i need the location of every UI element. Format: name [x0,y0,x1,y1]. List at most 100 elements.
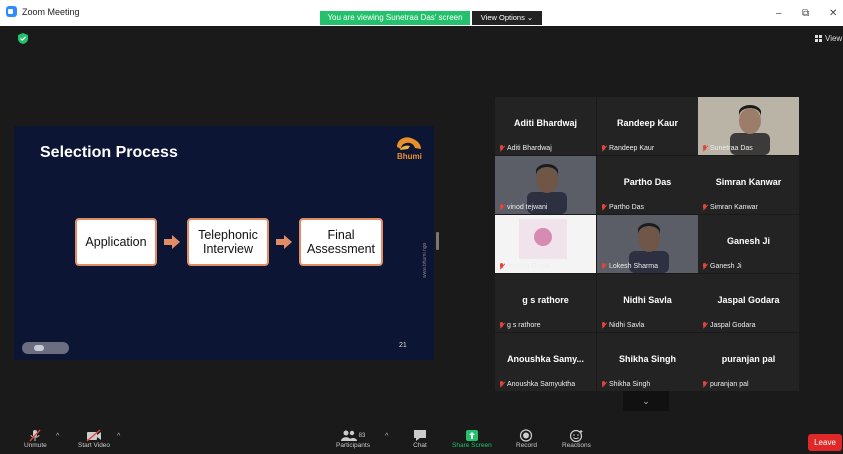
bhumi-logo: Bhumi [397,137,422,161]
logo-text: Bhumi [397,152,422,161]
muted-mic-icon [702,322,707,329]
muted-mic-icon [601,145,606,152]
security-shield-icon[interactable] [18,33,28,44]
arrow-right-icon [276,235,292,249]
zoom-window: Zoom Meeting You are viewing Sunetraa Da… [0,0,843,454]
slide-title: Selection Process [40,144,178,161]
slide-control-pill[interactable] [22,342,69,354]
participants-label: Participants [336,442,370,449]
participant-name-label: monika Gupta [499,263,551,270]
arrow-right-icon [164,235,180,249]
participant-name-label: Jaspal Godara [702,322,756,329]
view-label: View [825,34,843,43]
reactions-label: Reactions [562,442,591,449]
participants-icon [340,430,357,441]
participant-tile[interactable]: Lokesh Sharma [597,215,698,273]
participant-display-name: g s rathore [522,295,569,305]
participant-name: Jaspal Godara [710,322,756,329]
participant-display-name: Shikha Singh [618,354,676,364]
muted-mic-icon [702,145,707,152]
participant-name: Lokesh Sharma [609,263,659,270]
participants-icon-row: 83 [340,429,366,442]
participant-name: vinod tejwani [507,204,548,211]
participant-name: Randeep Kaur [609,145,655,152]
participant-display-name: Randeep Kaur [616,118,678,128]
leave-button[interactable]: Leave [808,434,842,451]
participant-name: Nidhi Savla [609,322,645,329]
participant-display-name: Aditi Bhardwaj [513,118,577,128]
muted-mic-icon [499,204,504,211]
meeting-toolbar: Unmute ^ Start Video ^ 83 Participants ^ [0,424,843,454]
participant-tile[interactable]: Aditi Bhardwaj Aditi Bhardwaj [495,97,596,155]
participant-tile[interactable]: Jaspal Godara Jaspal Godara [698,274,799,332]
share-screen-button[interactable]: Share Screen [452,429,492,449]
participant-name-label: vinod tejwani [499,204,547,211]
view-options-button[interactable]: View Options ⌄ [472,11,542,25]
participants-button[interactable]: 83 Participants [336,429,370,449]
muted-mic-icon [702,204,707,211]
participant-tile[interactable]: Simran Kanwar Simran Kanwar [698,156,799,214]
muted-mic-icon [29,429,41,442]
share-banner: You are viewing Sunetraa Das' screen [320,11,470,25]
grid-view-icon [815,35,822,42]
muted-mic-icon [499,263,504,270]
muted-mic-icon [702,263,707,270]
participant-name-label: Sunetraa Das [702,145,753,152]
participant-name-label: Partho Das [601,204,644,211]
participant-name: Sunetraa Das [710,145,753,152]
unmute-button[interactable]: Unmute [24,429,47,449]
participants-options-caret[interactable]: ^ [385,433,388,440]
chat-icon [414,430,426,441]
reactions-smiley-icon [570,429,583,442]
participant-name-label: g s rathore [499,322,540,329]
participant-name: Shikha Singh [609,381,651,388]
record-button[interactable]: Record [516,429,537,449]
muted-mic-icon [702,381,707,388]
participant-tile[interactable]: Randeep Kaur Randeep Kaur [597,97,698,155]
gallery-scroll-down-button[interactable]: ⌄ [623,391,669,411]
chat-button[interactable]: Chat [412,429,428,449]
audio-options-caret[interactable]: ^ [56,433,59,440]
participant-tile[interactable]: Partho Das Partho Das [597,156,698,214]
step-application: Application [75,218,157,266]
participant-name: puranjan pal [710,381,749,388]
participant-name-label: Simran Kanwar [702,204,758,211]
participant-tile[interactable]: Ganesh Ji Ganesh Ji [698,215,799,273]
participant-tile[interactable]: puranjan pal puranjan pal [698,333,799,391]
participant-name: g s rathore [507,322,541,329]
participant-name: Anoushka Samyuktha [507,381,576,388]
slide-url: www.bhumi.ngo [422,242,428,278]
close-button[interactable]: ✕ [829,8,837,19]
participant-tile[interactable]: monika Gupta [495,215,596,273]
participant-display-name: puranjan pal [721,354,776,364]
participant-name-label: Nidhi Savla [601,322,644,329]
participants-count: 83 [358,432,366,439]
participant-tile[interactable]: Sunetraa Das [698,97,799,155]
muted-mic-icon [601,322,606,329]
participant-tile[interactable]: g s rathore g s rathore [495,274,596,332]
participant-name-label: Aditi Bhardwaj [499,145,552,152]
minimize-button[interactable]: – [776,8,782,19]
participant-tile[interactable]: vinod tejwani [495,156,596,214]
muted-mic-icon [601,381,606,388]
participant-tile[interactable]: Shikha Singh Shikha Singh [597,333,698,391]
muted-mic-icon [601,204,606,211]
participant-tile[interactable]: Anoushka Samy... Anoushka Samyuktha [495,333,596,391]
shared-screen: Selection Process Bhumi Application Tele… [14,126,434,360]
start-video-label: Start Video [78,442,111,449]
video-options-caret[interactable]: ^ [117,433,120,440]
participant-tile[interactable]: Nidhi Savla Nidhi Savla [597,274,698,332]
video-off-icon [86,429,102,442]
muted-mic-icon [499,322,504,329]
panel-splitter-handle[interactable] [436,232,439,250]
reactions-button[interactable]: Reactions [562,429,591,449]
participant-name: Partho Das [609,204,645,211]
participant-name-label: Lokesh Sharma [601,263,658,270]
start-video-button[interactable]: Start Video [78,429,110,449]
participant-name-label: Anoushka Samyuktha [499,381,575,388]
restore-button[interactable]: ⧉ [802,8,809,19]
participant-display-name: Partho Das [623,177,672,187]
participant-display-name: Ganesh Ji [726,236,771,246]
muted-mic-icon [499,145,504,152]
view-button[interactable]: View [815,34,842,43]
